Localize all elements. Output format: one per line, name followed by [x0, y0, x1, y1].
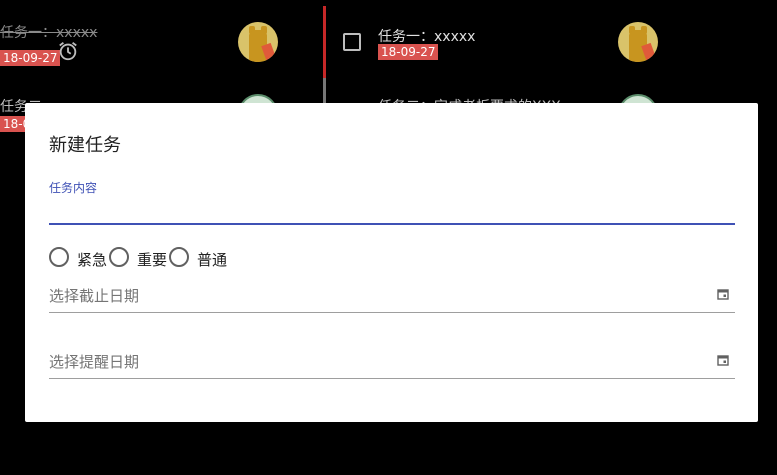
- priority-label: 普通: [197, 251, 228, 269]
- task-date-badge: 18-09-27: [0, 50, 61, 66]
- reminder-date-placeholder: 选择提醒日期: [49, 353, 140, 371]
- task-item[interactable]: 任务一：xxxxx 18-09-27: [0, 0, 322, 70]
- priority-label: 重要: [137, 251, 168, 269]
- reminder-date-field[interactable]: 选择提醒日期: [49, 349, 735, 379]
- task-title: 任务一：xxxxx: [378, 29, 476, 45]
- dialog-title: 新建任务: [49, 135, 121, 156]
- alarm-icon[interactable]: [57, 40, 79, 62]
- avatar: [618, 22, 658, 62]
- radio-circle-icon[interactable]: [49, 247, 69, 267]
- task-item[interactable]: 任务一：xxxxx 18-09-27: [327, 0, 777, 70]
- calendar-icon[interactable]: [717, 288, 729, 300]
- task-content-label: 任务内容: [49, 181, 98, 195]
- due-date-field[interactable]: 选择截止日期: [49, 283, 735, 313]
- task-date-badge: 18-09-27: [378, 44, 439, 60]
- radio-circle-icon[interactable]: [169, 247, 189, 267]
- radio-circle-icon[interactable]: [109, 247, 129, 267]
- priority-label: 紧急: [77, 251, 108, 269]
- due-date-placeholder: 选择截止日期: [49, 287, 140, 305]
- new-task-dialog: 新建任务 任务内容 紧急 重要 普通 选择截止日期 选择提醒日期: [25, 103, 758, 422]
- task-content-input[interactable]: [49, 199, 735, 225]
- checkbox-icon[interactable]: [343, 33, 361, 51]
- avatar: [238, 22, 278, 62]
- task-title: 任务一：xxxxx: [0, 25, 98, 41]
- calendar-icon[interactable]: [717, 354, 729, 366]
